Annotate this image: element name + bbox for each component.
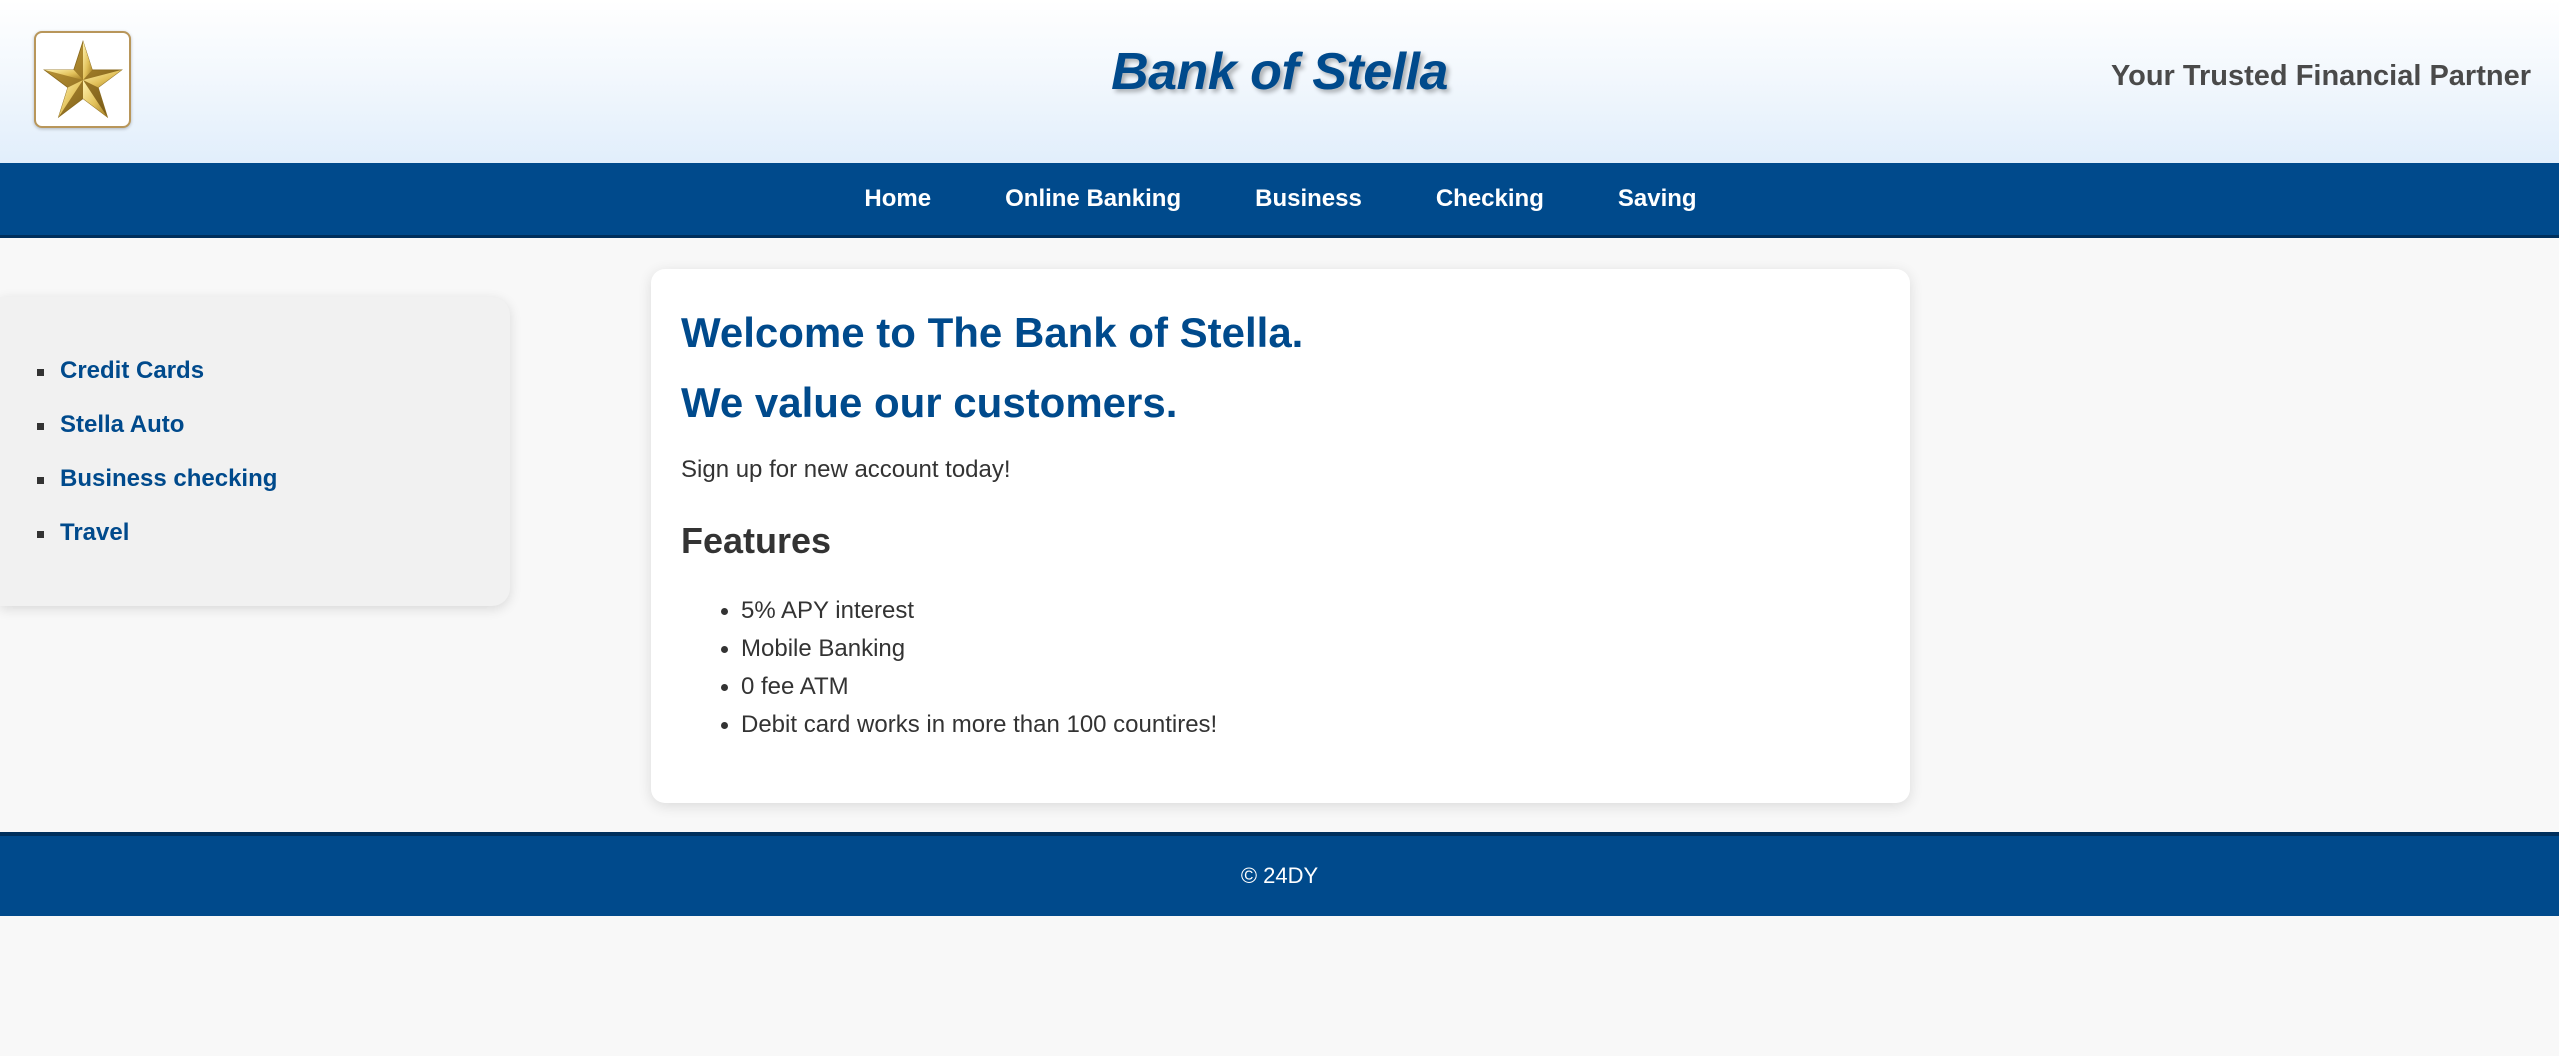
square-bullet-icon — [37, 477, 44, 484]
welcome-heading: Welcome to The Bank of Stella. — [681, 309, 1304, 356]
nav-online-banking[interactable]: Online Banking — [1005, 185, 1181, 213]
sidebar-list: Credit Cards Stella Auto Business checki… — [0, 297, 510, 573]
value-heading: We value our customers. — [681, 379, 1178, 426]
site-header: Bank of Stella Your Trusted Financial Pa… — [0, 0, 2559, 163]
sidebar-link-credit-cards[interactable]: Credit Cards — [60, 357, 204, 384]
sidebar-link-business-checking[interactable]: Business checking — [60, 465, 277, 492]
feature-item: Mobile Banking — [720, 630, 1217, 668]
sidebar-item-stella-auto: Stella Auto — [37, 411, 510, 465]
sidebar-link-travel[interactable]: Travel — [60, 519, 129, 546]
feature-item: Debit card works in more than 100 counti… — [720, 706, 1217, 744]
site-footer: © 24DY — [0, 832, 2559, 916]
nav-checking[interactable]: Checking — [1436, 185, 1544, 213]
tagline: Your Trusted Financial Partner — [2110, 60, 2531, 92]
main-nav: Home Online Banking Business Checking Sa… — [0, 163, 2559, 238]
nav-business[interactable]: Business — [1255, 185, 1362, 213]
square-bullet-icon — [37, 369, 44, 376]
features-list: 5% APY interest Mobile Banking 0 fee ATM… — [681, 592, 1217, 744]
sidebar-item-travel: Travel — [37, 519, 510, 573]
sidebar: Credit Cards Stella Auto Business checki… — [0, 297, 510, 606]
feature-item: 0 fee ATM — [720, 668, 1217, 706]
sidebar-link-stella-auto[interactable]: Stella Auto — [60, 411, 184, 438]
square-bullet-icon — [37, 531, 44, 538]
sidebar-item-credit-cards: Credit Cards — [37, 357, 510, 411]
nav-home[interactable]: Home — [864, 185, 931, 213]
feature-item: 5% APY interest — [720, 592, 1217, 630]
nav-saving[interactable]: Saving — [1618, 185, 1697, 213]
copyright-text: © 24DY — [1240, 863, 1319, 888]
signup-text: Sign up for new account today! — [681, 456, 1011, 483]
square-bullet-icon — [37, 423, 44, 430]
features-heading: Features — [681, 520, 832, 561]
main-content-card: Welcome to The Bank of Stella. We value … — [651, 269, 1910, 803]
sidebar-item-business-checking: Business checking — [37, 465, 510, 519]
